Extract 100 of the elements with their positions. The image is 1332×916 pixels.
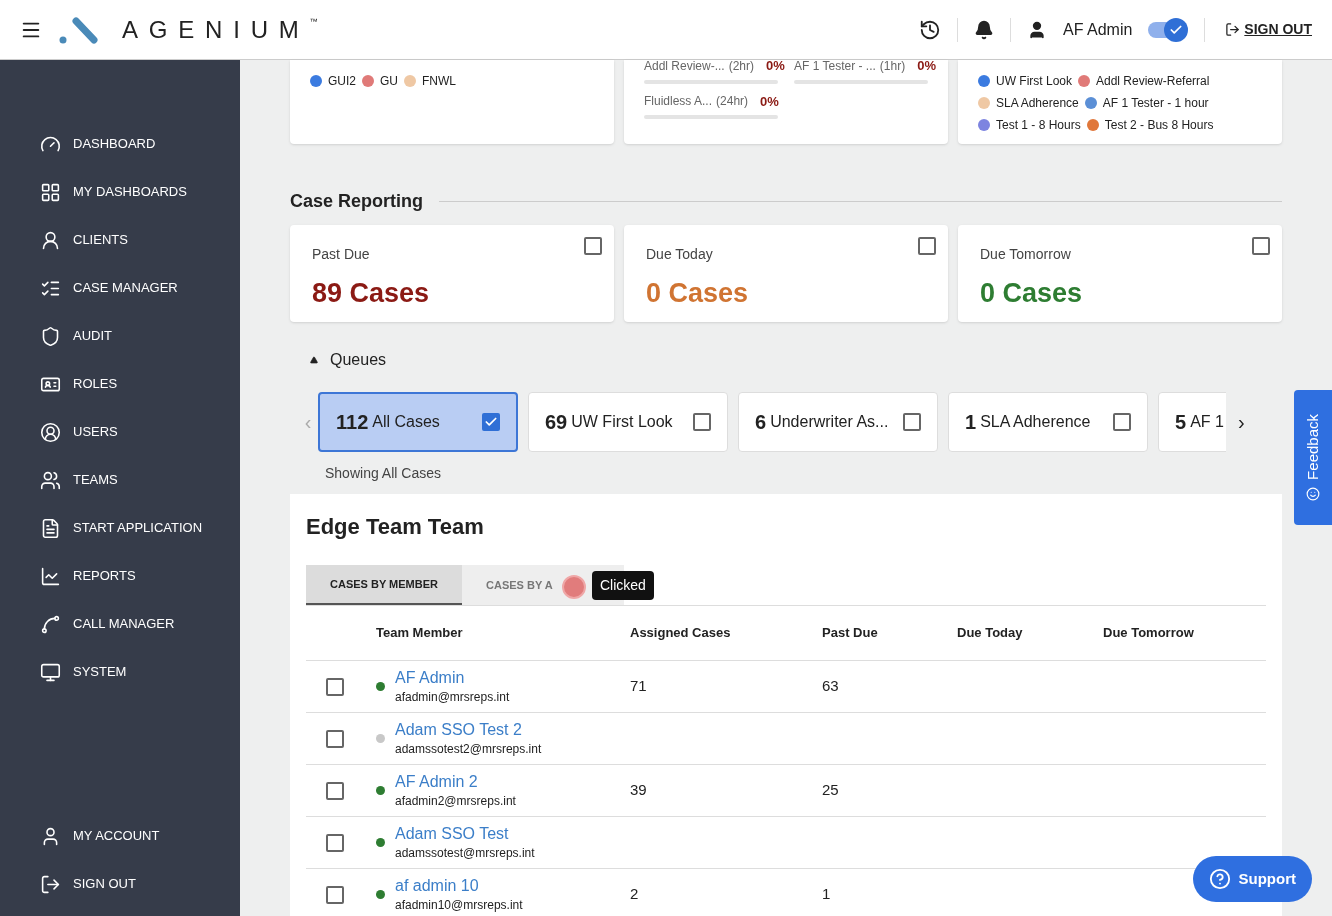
member-email: afadmin@mrsreps.int (395, 688, 510, 706)
table-cell-text: 2 (630, 884, 640, 905)
checkbox[interactable] (326, 885, 344, 904)
column-header: Past Due (822, 624, 879, 643)
sidebar-item[interactable]: MY ACCOUNT (0, 812, 240, 860)
member-email: adamssotest@mrsreps.int (395, 844, 535, 862)
tab[interactable]: CASES BY MEMBER (306, 565, 462, 605)
queue-count: 69 (545, 410, 568, 435)
help-icon (1208, 868, 1231, 890)
queue-tile[interactable]: 112 All Cases (318, 392, 518, 452)
legend-label: GU (380, 73, 398, 90)
shield-icon (40, 325, 61, 347)
checkbox[interactable] (584, 237, 602, 255)
checkbox[interactable] (1252, 237, 1270, 255)
sidebar-item[interactable]: TEAMS (0, 456, 240, 504)
sidebar-item[interactable]: USERS (0, 408, 240, 456)
checkbox[interactable] (1113, 413, 1131, 431)
column-header: Team Member (376, 624, 464, 643)
table-cell-text: 71 (630, 676, 648, 697)
section-title: Case Reporting (290, 190, 424, 213)
queue-label: Underwriter As... (770, 412, 890, 432)
column-header: Due Today (957, 624, 1024, 643)
checkbox[interactable] (918, 237, 936, 255)
legend-label: Test 1 - 8 Hours (996, 117, 1081, 134)
legend-label: Test 2 - Bus 8 Hours (1104, 117, 1214, 134)
queues-toggle[interactable]: Queues (310, 348, 1282, 372)
queue-count: 112 (336, 410, 369, 435)
stat-card[interactable]: Due Tomorrow 0 Cases (958, 225, 1282, 322)
caption: Showing All Cases (325, 464, 442, 483)
sign-out-icon (40, 873, 61, 895)
person-icon (40, 229, 61, 251)
legend-label: GUI2 (328, 73, 356, 90)
sidebar-item[interactable]: ROLES (0, 360, 240, 408)
checkbox[interactable] (326, 833, 344, 852)
member-link[interactable]: AF Admin 2 (395, 771, 516, 792)
history-icon[interactable] (918, 18, 941, 41)
legend-label: Addl Review-Referral (1096, 73, 1210, 90)
sidebar-item[interactable]: REPORTS (0, 552, 240, 600)
sidebar-item[interactable]: MY DASHBOARDS (0, 168, 240, 216)
checkbox[interactable] (326, 729, 344, 748)
queue-count: 1 (965, 410, 977, 435)
sidebar-item[interactable]: CALL MANAGER (0, 600, 240, 648)
sidebar-item[interactable]: SIGN OUT (0, 860, 240, 908)
checkbox[interactable] (326, 677, 344, 696)
queue-tile[interactable]: 1 SLA Adherence (948, 392, 1148, 452)
curve-icon (40, 613, 61, 635)
table-cell-text: 63 (822, 676, 840, 697)
table-cell-text: 1 (822, 884, 832, 905)
trademark: ™ (309, 15, 318, 28)
queue-tile[interactable]: 6 Underwriter As... (738, 392, 938, 452)
sign-out-link[interactable]: SIGN OUT (1225, 19, 1312, 40)
feedback-tab[interactable]: Feedback (1294, 390, 1332, 525)
checkbox[interactable] (903, 413, 921, 431)
user-name: AF Admin (1062, 19, 1133, 40)
queue-tile[interactable]: 69 UW First Look (528, 392, 728, 452)
queue-label: All Cases (372, 412, 441, 432)
progress-label: AF 1 Tester - ... (794, 57, 876, 75)
stat-label: Due Tomorrow (980, 245, 1072, 264)
sidebar-item[interactable]: DASHBOARD (0, 120, 240, 168)
user-circle-icon (40, 421, 61, 443)
checkbox[interactable] (693, 413, 711, 431)
stat-label: Past Due (312, 245, 371, 264)
legend-label: AF 1 Tester - 1 hour (1102, 95, 1209, 112)
duration-text: (2hr) (728, 57, 755, 75)
table-cell-text: 39 (630, 780, 648, 801)
sidebar-item[interactable]: SYSTEM (0, 648, 240, 696)
people-icon (40, 469, 61, 491)
checkbox[interactable] (326, 781, 344, 800)
queue-label: AF 1 (1190, 412, 1225, 432)
stat-card[interactable]: Past Due 89 Cases (290, 225, 614, 322)
queue-label: SLA Adherence (980, 412, 1092, 432)
sidebar-item[interactable]: AUDIT (0, 312, 240, 360)
sign-out-icon (1225, 22, 1241, 37)
stat-value: 0 Cases (646, 277, 750, 310)
member-link[interactable]: af admin 10 (395, 875, 523, 896)
sidebar-item[interactable]: CLIENTS (0, 216, 240, 264)
queue-count: 6 (755, 410, 767, 435)
legend-label: UW First Look (996, 73, 1072, 90)
notification-icon[interactable] (973, 19, 994, 40)
queue-label: UW First Look (571, 412, 674, 432)
checkbox[interactable] (482, 413, 500, 431)
queue-tile[interactable]: 5 AF 1 (1158, 392, 1226, 452)
member-email: afadmin10@mrsreps.int (395, 896, 523, 914)
column-header: Assigned Cases (630, 624, 732, 643)
sidebar-item[interactable]: START APPLICATION (0, 504, 240, 552)
member-link[interactable]: Adam SSO Test (395, 823, 535, 844)
progress-label: Addl Review-... (644, 57, 725, 75)
smile-icon (1306, 487, 1320, 502)
legend-label: SLA Adherence (996, 95, 1079, 112)
member-link[interactable]: AF Admin (395, 667, 510, 688)
percent-text: 0% (766, 57, 785, 75)
support-button[interactable]: Support (1192, 856, 1312, 902)
stat-card[interactable]: Due Today 0 Cases (624, 225, 948, 322)
stat-value: 89 Cases (312, 277, 431, 310)
document-icon (40, 517, 61, 539)
stat-label: Due Today (646, 245, 714, 264)
progress-label: Fluidless A... (644, 93, 713, 111)
member-link[interactable]: Adam SSO Test 2 (395, 719, 542, 740)
sidebar-item[interactable]: CASE MANAGER (0, 264, 240, 312)
legend-label: FNWL (422, 73, 456, 90)
